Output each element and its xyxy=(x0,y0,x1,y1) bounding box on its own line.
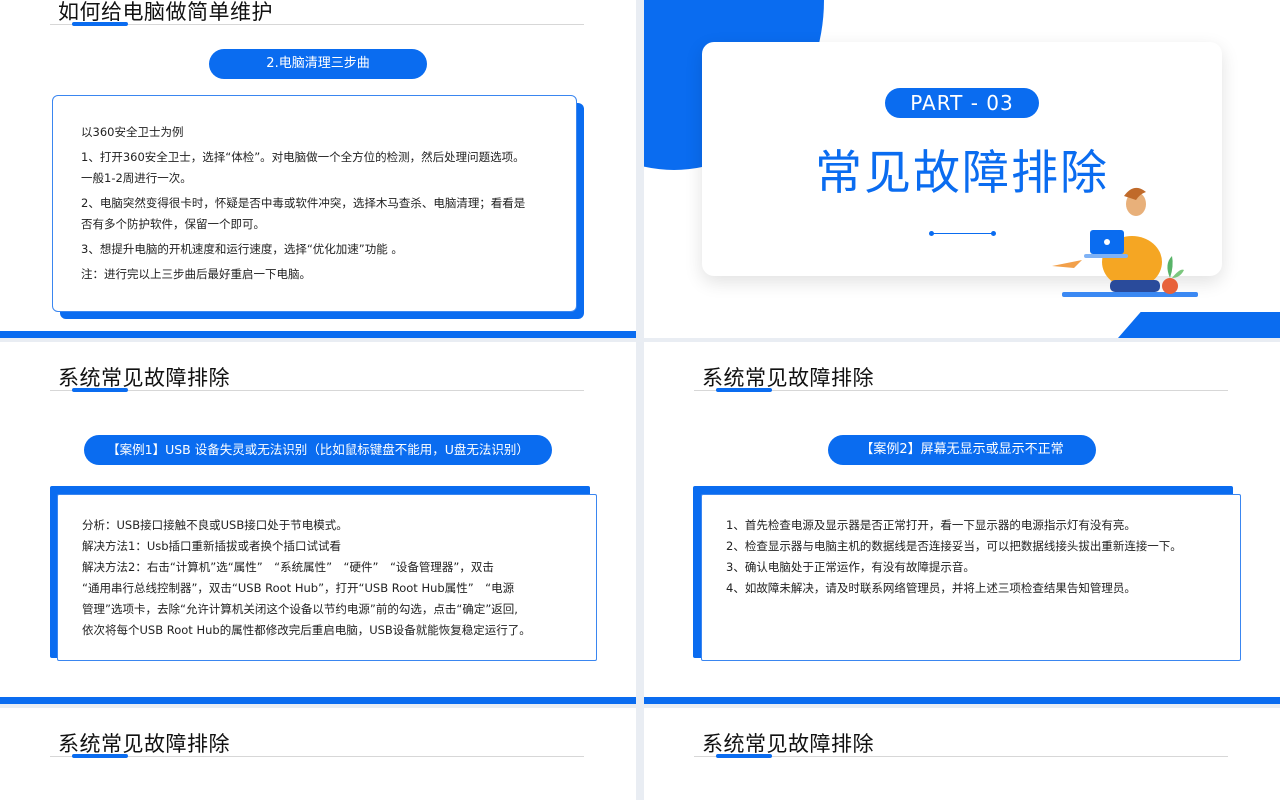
slide-1[interactable]: 如何给电脑做简单维护 2.电脑清理三步曲 以360安全卫士为例 1、打开360安… xyxy=(0,0,636,338)
title-rule xyxy=(694,756,1228,757)
content-card: 1、首先检查电源及显示器是否正常打开，看一下显示器的电源指示灯有没有亮。 2、检… xyxy=(701,494,1241,661)
text-line: 4、如故障未解决，请及时联系网络管理员，并将上述三项检查结果告知管理员。 xyxy=(726,581,1136,595)
divider-line xyxy=(930,233,994,234)
part-pill: PART - 03 xyxy=(885,88,1039,118)
text-line: 2、检查显示器与电脑主机的数据线是否连接妥当，可以把数据线接头拔出重新连接一下。 xyxy=(726,539,1182,553)
title-rule xyxy=(50,390,584,391)
case-pill: 【案例1】USB 设备失灵或无法识别（比如鼠标键盘不能用，U盘无法识别） xyxy=(84,435,552,465)
bottom-bar xyxy=(0,697,636,704)
text-line: 1、打开360安全卫士，选择“体检”。对电脑做一个全方位的检测，然后处理问题选项… xyxy=(81,150,525,164)
person-with-laptop-illustration xyxy=(1052,187,1198,297)
text-line: 2、电脑突然变得很卡时，怀疑是否中毒或软件冲突，选择木马查杀、电脑清理；看看是 xyxy=(81,196,526,210)
text-line: 管理”选项卡，去除“允许计算机关闭这个设备以节约电源”前的勾选，点击“确定”返回… xyxy=(82,602,518,616)
slide-4[interactable]: 系统常见故障排除 【案例2】屏幕无显示或显示不正常 1、首先检查电源及显示器是否… xyxy=(644,342,1280,704)
case-pill: 【案例2】屏幕无显示或显示不正常 xyxy=(828,435,1096,465)
text-line: 依次将每个USB Root Hub的属性都修改完后重启电脑，USB设备就能恢复稳… xyxy=(82,623,531,637)
slide-6[interactable]: 系统常见故障排除 xyxy=(644,708,1280,800)
decor-corner xyxy=(1118,312,1280,338)
title-accent xyxy=(72,22,128,26)
text-line: 否有多个防护软件，保留一个即可。 xyxy=(81,217,265,231)
text-line: 3、确认电脑处于正常运作，有没有故障提示音。 xyxy=(726,560,975,574)
bottom-bar xyxy=(644,697,1280,704)
section-pill: 2.电脑清理三步曲 xyxy=(209,49,427,79)
text-line: 一般1-2周进行一次。 xyxy=(81,171,192,185)
text-line: “通用串行总线控制器”，双击“USB Root Hub”，打开“USB Root… xyxy=(82,581,515,595)
text-line: 以360安全卫士为例 xyxy=(81,125,184,139)
divider-dot xyxy=(929,231,934,236)
bottom-bar xyxy=(0,331,636,338)
slide-2[interactable]: PART - 03 常见故障排除 xyxy=(644,0,1280,338)
content-card: 分析：USB接口接触不良或USB接口处于节电模式。 解决方法1：Usb插口重新插… xyxy=(57,494,597,661)
slide-5[interactable]: 系统常见故障排除 xyxy=(0,708,636,800)
text-line: 3、想提升电脑的开机速度和运行速度，选择“优化加速”功能 。 xyxy=(81,242,403,256)
title-rule xyxy=(50,756,584,757)
title-rule xyxy=(694,390,1228,391)
text-line: 1、首先检查电源及显示器是否正常打开，看一下显示器的电源指示灯有没有亮。 xyxy=(726,518,1136,532)
divider-dot xyxy=(991,231,996,236)
text-line: 分析：USB接口接触不良或USB接口处于节电模式。 xyxy=(82,518,348,532)
slide-3[interactable]: 系统常见故障排除 【案例1】USB 设备失灵或无法识别（比如鼠标键盘不能用，U盘… xyxy=(0,342,636,704)
title-accent xyxy=(72,754,128,758)
content-card: 以360安全卫士为例 1、打开360安全卫士，选择“体检”。对电脑做一个全方位的… xyxy=(52,95,577,312)
text-line: 解决方法2：右击“计算机”选“属性” “系统属性” “硬件” “设备管理器”，双… xyxy=(82,560,494,574)
title-rule xyxy=(50,24,584,25)
title-accent xyxy=(716,388,772,392)
text-line: 注：进行完以上三步曲后最好重启一下电脑。 xyxy=(81,267,311,281)
title-accent xyxy=(72,388,128,392)
text-line: 解决方法1：Usb插口重新插拔或者换个插口试试看 xyxy=(82,539,342,553)
title-accent xyxy=(716,754,772,758)
